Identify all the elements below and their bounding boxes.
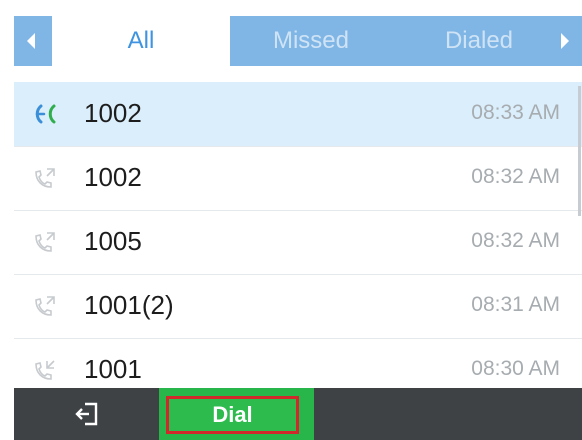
call-time: 08:33 AM	[471, 101, 560, 124]
call-row[interactable]: 1002 08:33 AM	[14, 82, 582, 147]
call-history-tabbar: All Missed Dialed	[14, 16, 582, 66]
list-scrollbar[interactable]	[578, 86, 581, 216]
call-time: 08:32 AM	[471, 229, 560, 252]
call-number: 1002	[84, 98, 142, 128]
call-row[interactable]: 1005 08:32 AM	[14, 210, 582, 275]
tab-all[interactable]: All	[52, 16, 230, 66]
call-time: 08:32 AM	[471, 165, 560, 188]
outgoing-call-icon	[35, 296, 55, 316]
call-history-list: 1002 08:33 AM 1002 08:32 AM 1005 08:32 A…	[14, 82, 582, 388]
call-history-screen: All Missed Dialed 1002 08:33 AM 1002 08:…	[0, 0, 582, 440]
incoming-call-icon	[35, 360, 55, 380]
active-call-icon	[35, 104, 56, 124]
call-row[interactable]: 1001(2) 08:31 AM	[14, 274, 582, 339]
dial-button[interactable]: Dial	[166, 396, 299, 434]
back-softkey[interactable]	[14, 388, 159, 440]
call-time: 08:31 AM	[471, 293, 560, 316]
tab-missed[interactable]: Missed	[236, 16, 386, 66]
call-number: 1005	[84, 226, 142, 256]
call-number: 1001	[84, 354, 142, 384]
chevron-right-icon	[561, 33, 569, 49]
call-row[interactable]: 1001 08:30 AM	[14, 338, 582, 388]
tab-dialed[interactable]: Dialed	[404, 16, 554, 66]
exit-icon	[74, 402, 97, 426]
outgoing-call-icon	[35, 168, 55, 188]
call-number: 1001(2)	[84, 290, 174, 320]
tab-next-button[interactable]	[548, 16, 582, 66]
call-time: 08:30 AM	[471, 357, 560, 380]
outgoing-call-icon	[35, 232, 55, 252]
tab-prev-button[interactable]	[14, 16, 48, 66]
call-row[interactable]: 1002 08:32 AM	[14, 146, 582, 211]
call-number: 1002	[84, 162, 142, 192]
chevron-left-icon	[27, 33, 35, 49]
